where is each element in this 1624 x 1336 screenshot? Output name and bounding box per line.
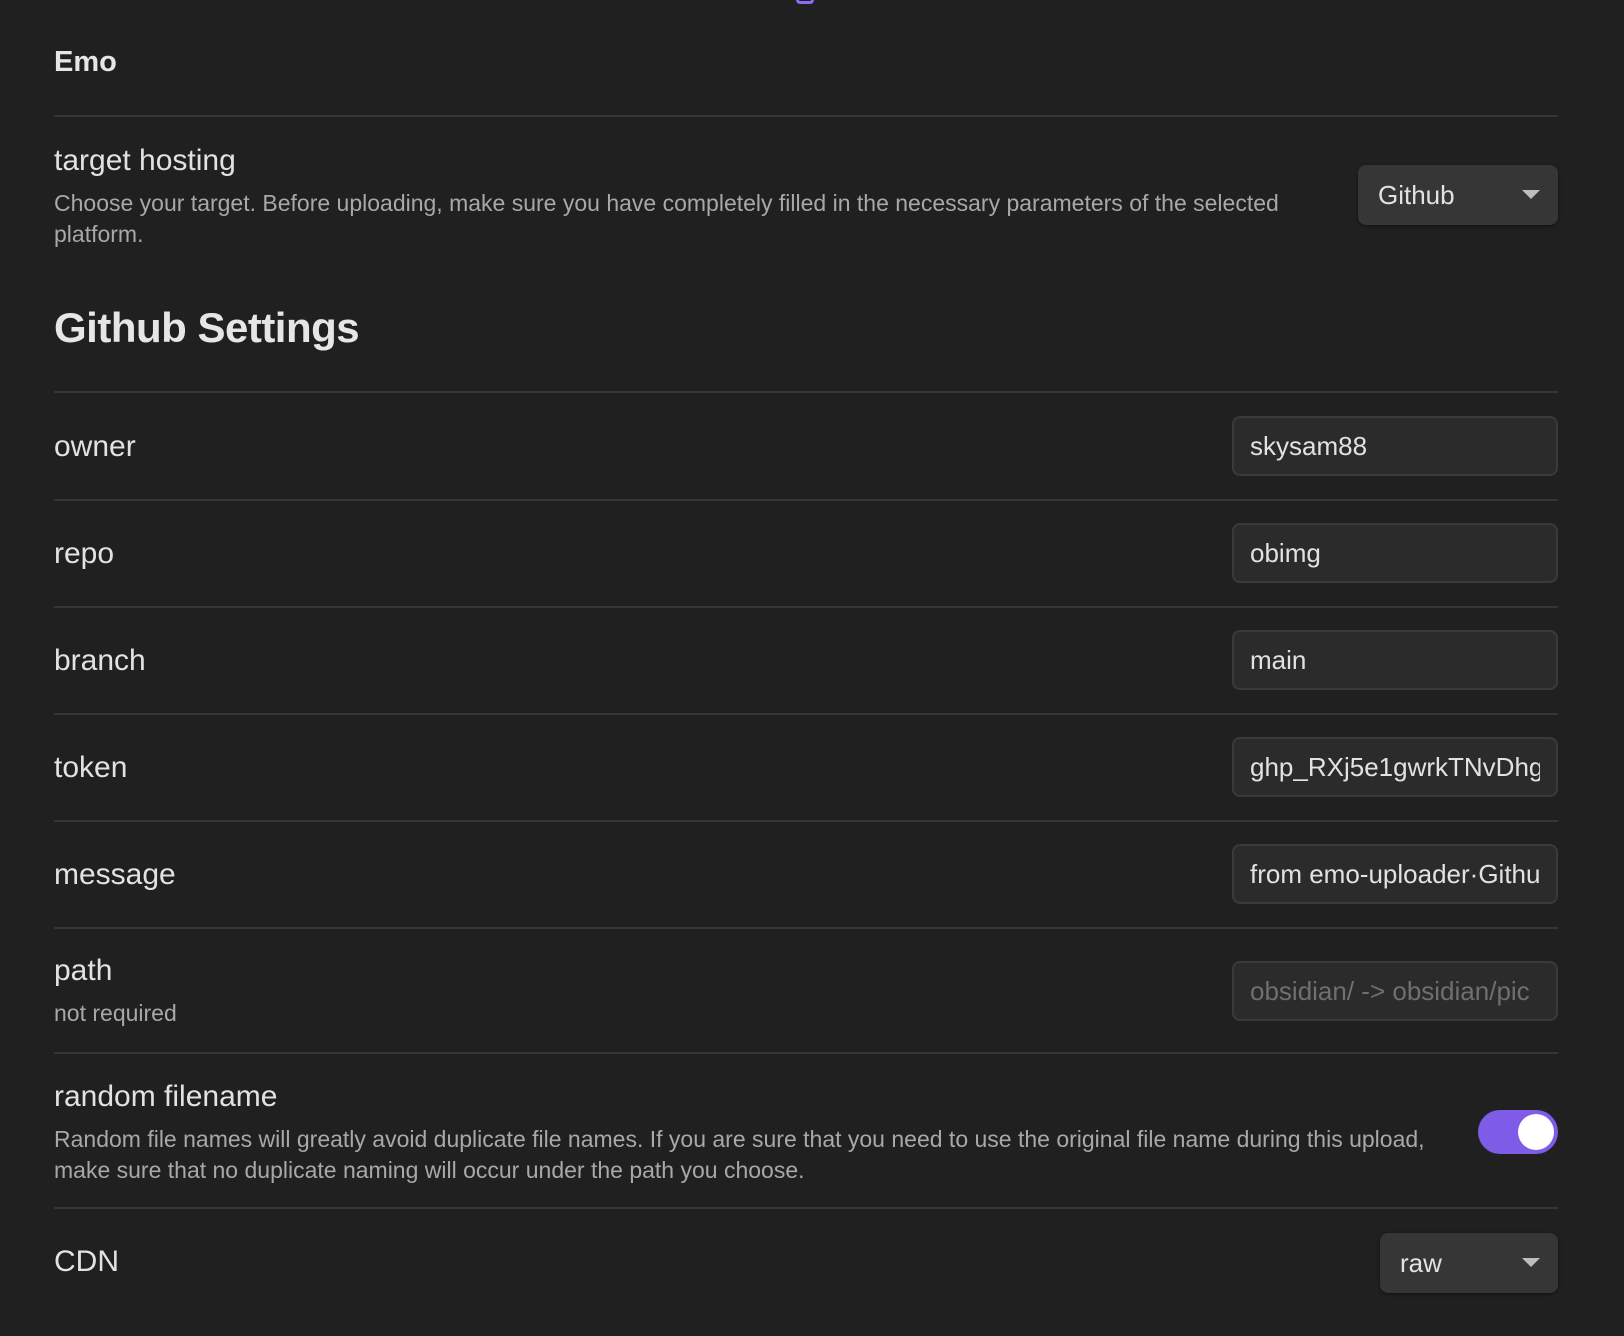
path-description: not required [54, 1000, 177, 1026]
owner-input[interactable] [1232, 416, 1558, 476]
repo-label: repo [54, 537, 115, 570]
section-heading: Github Settings [54, 304, 360, 351]
cdn-selected: raw [1400, 1247, 1442, 1278]
divider [54, 391, 1558, 393]
token-input[interactable] [1232, 737, 1558, 797]
target-hosting-label: target hosting [54, 144, 236, 177]
path-input[interactable] [1232, 961, 1558, 1021]
path-label: path [54, 954, 113, 987]
divider [54, 820, 1558, 822]
owner-label: owner [54, 430, 136, 463]
repo-input[interactable] [1232, 523, 1558, 583]
chevron-down-icon [1522, 1258, 1540, 1267]
divider [54, 713, 1558, 715]
target-hosting-description: Choose your target. Before uploading, ma… [54, 190, 1279, 247]
random-filename-description: Random file names will greatly avoid dup… [54, 1126, 1425, 1183]
divider [54, 1207, 1558, 1209]
divider [54, 499, 1558, 501]
message-input[interactable] [1232, 844, 1558, 904]
branch-input[interactable] [1232, 630, 1558, 690]
target-hosting-dropdown[interactable]: Github [1358, 165, 1558, 225]
branch-label: branch [54, 644, 146, 677]
toggle-knob [1518, 1114, 1554, 1150]
divider [54, 606, 1558, 608]
scroll-indicator-icon [796, 0, 814, 4]
divider [54, 927, 1558, 929]
token-label: token [54, 751, 128, 784]
message-label: message [54, 858, 176, 891]
divider [54, 1052, 1558, 1054]
cdn-label: CDN [54, 1245, 119, 1278]
settings-page: Emo target hosting Choose your target. B… [0, 0, 1624, 1336]
chevron-down-icon [1522, 190, 1540, 199]
random-filename-label: random filename [54, 1080, 278, 1113]
plugin-title: Emo [54, 46, 117, 78]
target-hosting-selected: Github [1378, 179, 1455, 210]
divider [54, 115, 1558, 117]
random-filename-toggle[interactable] [1478, 1110, 1558, 1154]
cdn-dropdown[interactable]: raw [1380, 1233, 1558, 1293]
